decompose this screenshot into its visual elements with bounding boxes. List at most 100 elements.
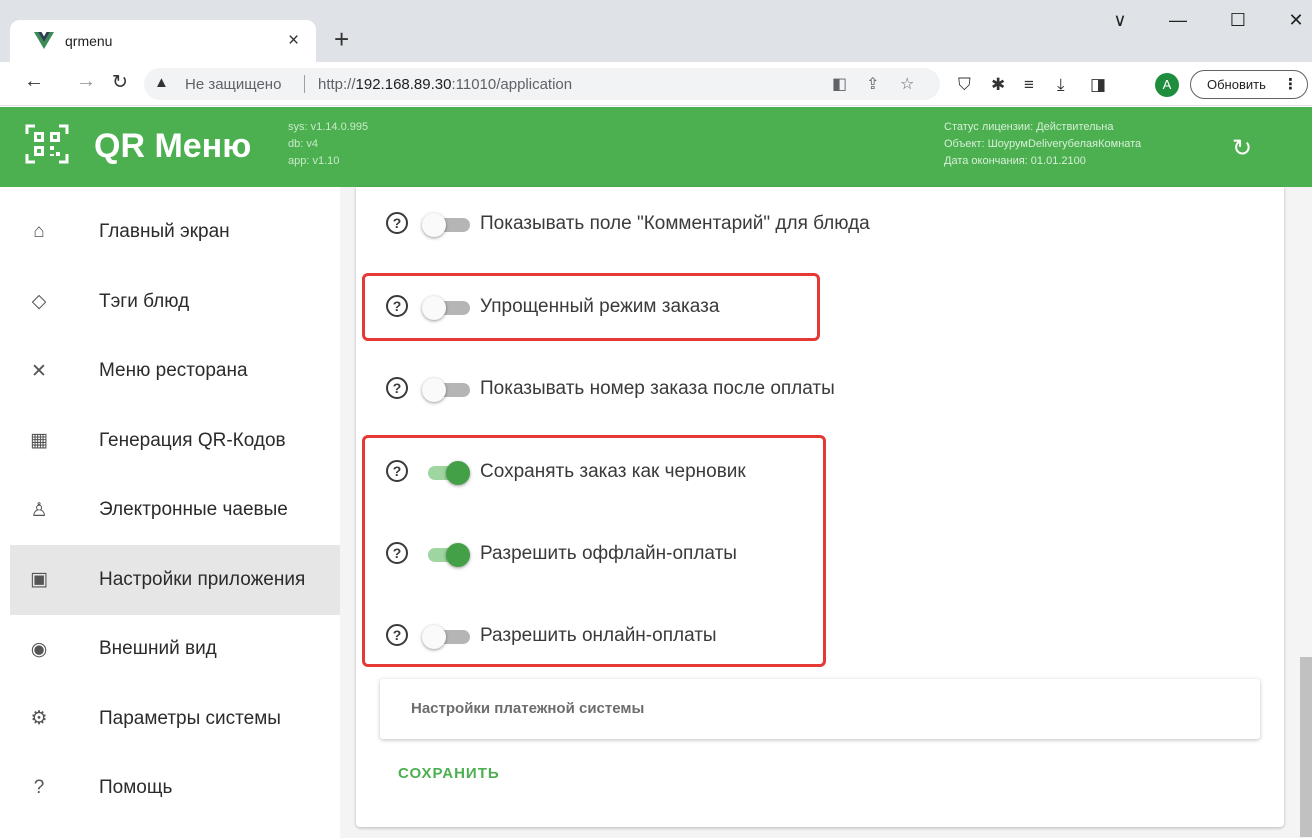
- setting-row: ? Показывать номер заказа после оплаты: [386, 374, 986, 404]
- bookmark-star-icon[interactable]: ☆: [900, 74, 914, 94]
- url-text[interactable]: http://192.168.89.30:11010/application: [318, 76, 572, 93]
- setting-label: Показывать поле "Комментарий" для блюда: [480, 213, 870, 234]
- sidebar: ⌂ Главный экран ◇ Тэги блюд ✕ Меню ресторана ▦…: [10, 187, 340, 838]
- help-icon[interactable]: ?: [386, 460, 408, 482]
- browser-menu-icon[interactable]: ⋮: [1283, 71, 1298, 98]
- close-window-button[interactable]: ✕: [1276, 10, 1312, 31]
- setting-toggle[interactable]: [422, 543, 472, 567]
- tab-title: qrmenu: [65, 33, 113, 49]
- forward-button[interactable]: →: [72, 70, 100, 93]
- sidebar-item-label: Тэги блюд: [99, 290, 190, 312]
- main-content: Настройки платежной системы СОХРАНИТЬ ? П…: [340, 187, 1312, 838]
- toggle-thumb: [422, 378, 446, 402]
- refresh-icon[interactable]: ↻: [1232, 134, 1252, 163]
- payment-settings-title: Настройки платежной системы: [411, 700, 645, 717]
- app-settings-icon: ▣: [30, 569, 48, 590]
- save-button[interactable]: СОХРАНИТЬ: [398, 765, 500, 782]
- payment-settings-panel[interactable]: Настройки платежной системы: [380, 679, 1260, 739]
- security-label[interactable]: Не защищено: [185, 76, 281, 93]
- sidebar-item-label: Параметры системы: [99, 707, 281, 729]
- address-divider: [304, 75, 305, 93]
- setting-toggle[interactable]: [422, 213, 472, 237]
- brand-title: QR Меню: [94, 127, 252, 165]
- help-icon[interactable]: ?: [386, 295, 408, 317]
- setting-row: ? Показывать поле "Комментарий" для блюда: [386, 209, 986, 239]
- license-info: Статус лицензии: Действительна Объект: Ш…: [944, 119, 1141, 170]
- tab-search-chevron-icon[interactable]: ∨: [1100, 10, 1140, 31]
- help-icon[interactable]: ?: [386, 542, 408, 564]
- app-version: app: v1.10: [288, 155, 340, 167]
- tips-hand-icon: ♙: [30, 499, 48, 521]
- qr-code-icon: ▦: [30, 430, 48, 451]
- download-icon[interactable]: ⤓: [1057, 75, 1065, 95]
- translate-icon[interactable]: ◧: [832, 74, 847, 94]
- setting-toggle[interactable]: [422, 378, 472, 402]
- eye-icon: ◉: [30, 638, 48, 660]
- sidebar-item-1[interactable]: ⌂ Главный экран: [10, 197, 340, 267]
- setting-row: ? Сохранять заказ как черновик: [386, 457, 986, 487]
- sidebar-item-9[interactable]: ? Помощь: [10, 753, 340, 823]
- new-tab-button[interactable]: +: [334, 26, 349, 52]
- browser-toolbar: ← → ↻ ▲ Не защищено http://192.168.89.30…: [0, 62, 1312, 106]
- license-expiry: Дата окончания: 01.01.2100: [944, 155, 1086, 167]
- home-icon: ⌂: [33, 221, 45, 242]
- share-icon[interactable]: ⇪: [866, 74, 879, 94]
- setting-row: ? Упрощенный режим заказа: [386, 292, 986, 322]
- profile-avatar[interactable]: A: [1155, 73, 1179, 97]
- tag-icon: ◇: [31, 291, 47, 312]
- setting-label: Упрощенный режим заказа: [480, 296, 720, 317]
- media-queue-icon[interactable]: ≡: [1024, 75, 1034, 95]
- help-icon[interactable]: ?: [386, 212, 408, 234]
- scrollbar-thumb[interactable]: [1300, 657, 1312, 837]
- gear-icon: ⚙: [30, 708, 48, 729]
- setting-toggle[interactable]: [422, 625, 472, 649]
- sidebar-item-7[interactable]: ◉ Внешний вид: [10, 614, 340, 684]
- warning-icon[interactable]: ▲: [154, 74, 169, 91]
- extensions-puzzle-icon[interactable]: ✱: [991, 75, 1005, 95]
- back-button[interactable]: ←: [20, 70, 48, 93]
- help-icon[interactable]: ?: [386, 377, 408, 399]
- sidebar-item-6[interactable]: ▣ Настройки приложения: [10, 544, 340, 615]
- sidebar-item-3[interactable]: ✕ Меню ресторана: [10, 336, 340, 406]
- setting-toggle[interactable]: [422, 461, 472, 485]
- license-status: Статус лицензии: Действительна: [944, 121, 1114, 133]
- address-bar[interactable]: ▲ Не защищено http://192.168.89.30:11010…: [144, 68, 940, 100]
- license-object: Объект: ШоурумDeliveryбелаяКомната: [944, 138, 1142, 150]
- sidebar-item-label: Электронные чаевые: [99, 499, 288, 520]
- qr-logo-icon: [25, 124, 69, 164]
- version-info: sys: v1.14.0.995 db: v4 app: v1.10: [288, 119, 368, 170]
- sidebar-item-label: Генерация QR-Кодов: [99, 429, 286, 451]
- minimize-button[interactable]: —: [1158, 10, 1198, 31]
- maximize-button[interactable]: ☐: [1218, 10, 1258, 31]
- setting-toggle[interactable]: [422, 296, 472, 320]
- sidebar-item-5[interactable]: ♙ Электронные чаевые: [10, 475, 340, 545]
- toggle-thumb: [422, 296, 446, 320]
- sidebar-item-2[interactable]: ◇ Тэги блюд: [10, 267, 340, 337]
- shield-extension-icon[interactable]: ⛉: [958, 75, 971, 95]
- setting-label: Сохранять заказ как черновик: [480, 461, 746, 482]
- toggle-thumb: [446, 543, 470, 567]
- toggle-thumb: [446, 461, 470, 485]
- reload-button[interactable]: ↻: [106, 71, 134, 94]
- update-browser-button[interactable]: Обновить ⋮: [1190, 70, 1308, 99]
- side-panel-icon[interactable]: ◨: [1090, 75, 1106, 95]
- vue-logo-icon: [34, 32, 54, 49]
- sidebar-item-4[interactable]: ▦ Генерация QR-Кодов: [10, 406, 340, 476]
- setting-row: ? Разрешить онлайн-оплаты: [386, 621, 986, 651]
- browser-tab[interactable]: qrmenu ×: [10, 20, 316, 62]
- sys-version: sys: v1.14.0.995: [288, 121, 369, 133]
- help-circle-icon: ?: [33, 777, 45, 798]
- setting-label: Разрешить оффлайн-оплаты: [480, 543, 737, 564]
- setting-label: Показывать номер заказа после оплаты: [480, 378, 835, 399]
- tab-close-icon[interactable]: ×: [288, 29, 299, 53]
- utensils-icon: ✕: [31, 360, 47, 382]
- sidebar-item-label: Помощь: [99, 777, 173, 798]
- browser-tab-strip: qrmenu × + ∨ — ☐ ✕: [0, 0, 1312, 62]
- sidebar-item-label: Главный экран: [99, 221, 230, 242]
- help-icon[interactable]: ?: [386, 624, 408, 646]
- sidebar-item-8[interactable]: ⚙ Параметры системы: [10, 684, 340, 754]
- sidebar-item-label: Внешний вид: [99, 638, 217, 659]
- settings-card: Настройки платежной системы СОХРАНИТЬ ? П…: [356, 187, 1284, 827]
- app-header: QR Меню sys: v1.14.0.995 db: v4 app: v1.…: [0, 107, 1312, 187]
- setting-row: ? Разрешить оффлайн-оплаты: [386, 539, 986, 569]
